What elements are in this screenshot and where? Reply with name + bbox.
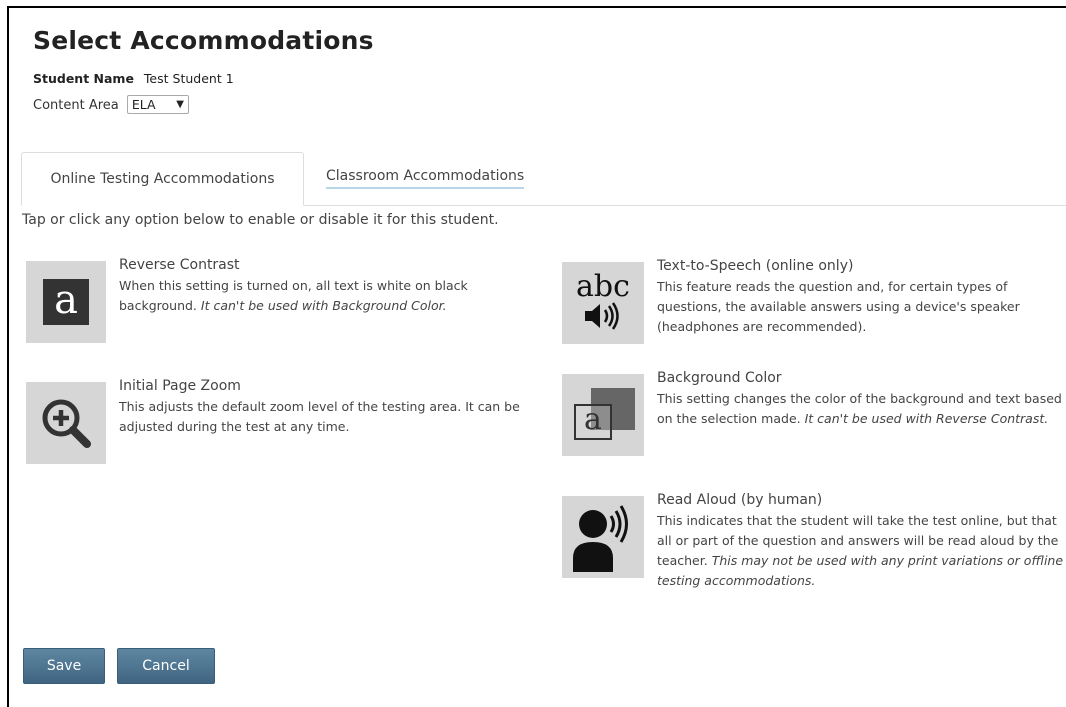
zoom-in-svg xyxy=(42,399,91,448)
student-name-label: Student Name xyxy=(33,71,134,86)
option-text: Reverse Contrast When this setting is tu… xyxy=(119,257,546,343)
student-name-value: Test Student 1 xyxy=(143,71,234,86)
option-reverse-contrast[interactable]: a Reverse Contrast When this setting is … xyxy=(26,257,546,343)
description-note: It can't be used with Background Color. xyxy=(200,298,447,313)
content-area-label: Content Area xyxy=(33,98,119,113)
option-description: This setting changes the color of the ba… xyxy=(657,389,1066,429)
reverse-contrast-glyph: a xyxy=(43,279,89,325)
reverse-contrast-icon: a xyxy=(26,261,106,343)
option-text: Read Aloud (by human) This indicates tha… xyxy=(657,492,1066,591)
page-title: Select Accommodations xyxy=(33,26,374,55)
dropdown-caret-icon: ▼ xyxy=(176,99,184,110)
option-description: This indicates that the student will tak… xyxy=(657,511,1066,591)
option-background-color[interactable]: a Background Color This setting changes … xyxy=(562,370,1066,456)
read-aloud-icon xyxy=(562,496,644,578)
option-title: Initial Page Zoom xyxy=(119,378,241,394)
content-area-row: Content Area ELA ▼ xyxy=(33,95,189,114)
option-read-aloud[interactable]: Read Aloud (by human) This indicates tha… xyxy=(562,492,1066,591)
person-speaking-svg xyxy=(573,505,628,572)
text-to-speech-icon: abc xyxy=(562,262,644,344)
option-description: This feature reads the question and, for… xyxy=(657,279,1020,334)
option-title: Background Color xyxy=(657,370,782,386)
student-name-row: Student Name Test Student 1 xyxy=(33,71,234,86)
option-text: Initial Page Zoom This adjusts the defau… xyxy=(119,378,546,464)
description-note: This may not be used with any print vari… xyxy=(657,553,1064,588)
content-area-selected: ELA xyxy=(131,97,156,112)
speaker-icon xyxy=(585,302,619,330)
tab-online-testing[interactable]: Online Testing Accommodations xyxy=(21,152,304,206)
option-text: Text-to-Speech (online only) This featur… xyxy=(657,258,1066,344)
option-initial-page-zoom[interactable]: Initial Page Zoom This adjusts the defau… xyxy=(26,378,546,464)
zoom-in-icon xyxy=(26,382,106,464)
option-description: This adjusts the default zoom level of t… xyxy=(119,399,520,434)
background-color-glyph: a xyxy=(574,404,612,440)
instructions-text: Tap or click any option below to enable … xyxy=(22,212,499,228)
option-text: Background Color This setting changes th… xyxy=(657,370,1066,456)
tts-glyph-text: abc xyxy=(576,269,630,304)
option-title: Read Aloud (by human) xyxy=(657,492,823,508)
background-color-icon: a xyxy=(562,374,644,456)
description-note: It can't be used with Reverse Contrast. xyxy=(804,411,1049,426)
save-button[interactable]: Save xyxy=(23,648,105,684)
content-area-select[interactable]: ELA ▼ xyxy=(126,95,189,114)
option-description: When this setting is turned on, all text… xyxy=(119,276,546,316)
cancel-button[interactable]: Cancel xyxy=(117,648,215,684)
option-title: Text-to-Speech (online only) xyxy=(657,258,854,274)
option-title: Reverse Contrast xyxy=(119,257,240,273)
tab-classroom[interactable]: Classroom Accommodations xyxy=(326,168,525,189)
option-text-to-speech[interactable]: abc Text-to-Speech (online only) This fe… xyxy=(562,258,1066,344)
